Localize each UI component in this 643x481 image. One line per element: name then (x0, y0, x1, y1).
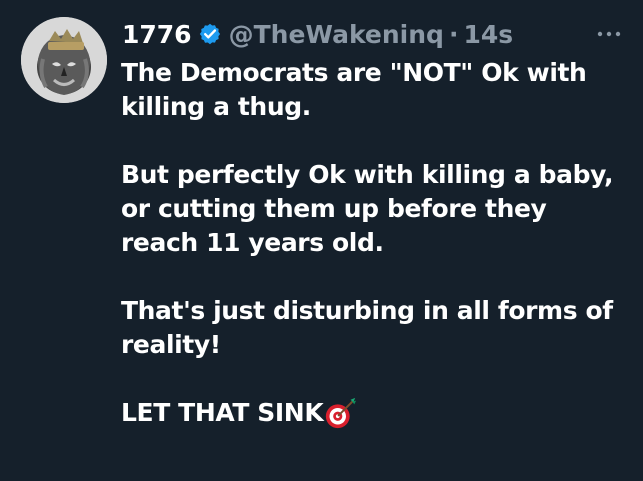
verified-badge-icon (199, 23, 220, 45)
tweet-closing-text: LET THAT SINK (121, 398, 324, 427)
tweet-header: 1776 @TheWakeninq · 14s (122, 14, 623, 54)
user-handle[interactable]: @TheWakeninq (229, 20, 444, 49)
header-separator: · (448, 19, 459, 49)
profile-avatar[interactable] (21, 17, 107, 103)
tweet-paragraph-1: The Democrats are "NOT" Ok with killing … (121, 58, 587, 121)
tweet-paragraph-2: But perfectly Ok with killing a baby, or… (121, 160, 614, 257)
tweet-paragraph-3: That's just disturbing in all forms of r… (121, 296, 613, 359)
tweet-card: 1776 @TheWakeninq · 14s The Democrats ar… (0, 0, 643, 481)
tweet-body: The Democrats are "NOT" Ok with killing … (121, 56, 626, 430)
more-options-icon[interactable] (595, 24, 623, 44)
target-dart-emoji (326, 397, 357, 428)
display-name[interactable]: 1776 (122, 20, 192, 49)
timestamp[interactable]: 14s (463, 20, 513, 49)
tweet-closing-line: LET THAT SINK (121, 396, 626, 430)
